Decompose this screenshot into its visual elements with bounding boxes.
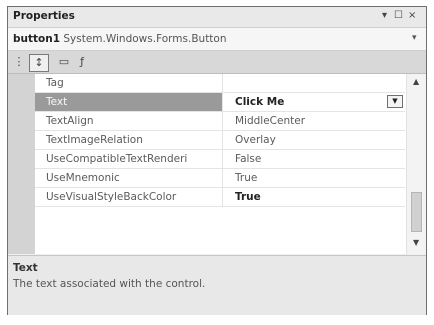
object-selector-label: button1 System.Windows.Forms.Button (13, 33, 227, 45)
property-name: UseVisualStyleBackColor (35, 188, 223, 206)
property-value[interactable]: Click Me (224, 93, 404, 111)
property-name: UseCompatibleTextRenderi (35, 150, 223, 168)
title-bar: Properties ▾ ☐ × (8, 7, 426, 28)
property-name: TextImageRelation (35, 131, 223, 149)
property-value[interactable] (224, 74, 404, 92)
auto-hide-icon[interactable]: ☐ (394, 10, 403, 22)
property-value[interactable]: Overlay (224, 131, 404, 149)
scroll-down-icon[interactable]: ▼ (413, 238, 419, 247)
property-name: TextAlign (35, 112, 223, 130)
property-value[interactable]: MiddleCenter (224, 112, 404, 130)
properties-toolbar: ⋮ ↕ ▭ ƒ (8, 51, 426, 74)
property-name: UseMnemonic (35, 169, 223, 187)
object-selector[interactable]: button1 System.Windows.Forms.Button ▾ (8, 28, 426, 51)
dropdown-button[interactable]: ▼ (387, 95, 403, 108)
object-type: System.Windows.Forms.Button (63, 33, 227, 45)
scroll-up-icon[interactable]: ▲ (413, 77, 419, 86)
vertical-scrollbar[interactable]: ▲ ▼ (406, 74, 426, 254)
scrollbar-thumb[interactable] (411, 192, 422, 232)
property-value[interactable]: True (224, 188, 404, 206)
alphabetical-sort-icon[interactable]: ↕ (29, 54, 49, 72)
property-row-usemnemonic[interactable]: UseMnemonic True (35, 169, 405, 188)
categorized-icon[interactable]: ⋮ (13, 54, 25, 70)
property-row-tag[interactable]: Tag (35, 74, 405, 93)
grid-gutter (8, 74, 35, 254)
property-name: Text (35, 93, 223, 111)
property-row-usevisualstylebackcolor[interactable]: UseVisualStyleBackColor True (35, 188, 405, 207)
property-value[interactable]: True (224, 169, 404, 187)
property-name: Tag (35, 74, 223, 92)
property-row-text[interactable]: Text Click Me ▼ (35, 93, 405, 112)
chevron-down-icon[interactable]: ▾ (412, 33, 417, 43)
property-row-textimagerelation[interactable]: TextImageRelation Overlay (35, 131, 405, 150)
property-grid: Tag Text Click Me ▼ TextAlign MiddleCent… (8, 74, 426, 254)
description-title: Text (13, 262, 38, 274)
description-panel: Text The text associated with the contro… (8, 255, 426, 315)
properties-icon[interactable]: ▭ (56, 54, 72, 70)
close-icon[interactable]: × (408, 10, 416, 22)
window-title: Properties (13, 10, 75, 22)
pin-dropdown-icon[interactable]: ▾ (382, 10, 387, 22)
events-icon[interactable]: ƒ (76, 54, 88, 70)
property-row-usecompatibletextrendering[interactable]: UseCompatibleTextRenderi False (35, 150, 405, 169)
object-name: button1 (13, 33, 61, 45)
property-row-textalign[interactable]: TextAlign MiddleCenter (35, 112, 405, 131)
description-text: The text associated with the control. (13, 278, 206, 290)
property-value[interactable]: False (224, 150, 404, 168)
properties-window: Properties ▾ ☐ × button1 System.Windows.… (7, 6, 427, 315)
